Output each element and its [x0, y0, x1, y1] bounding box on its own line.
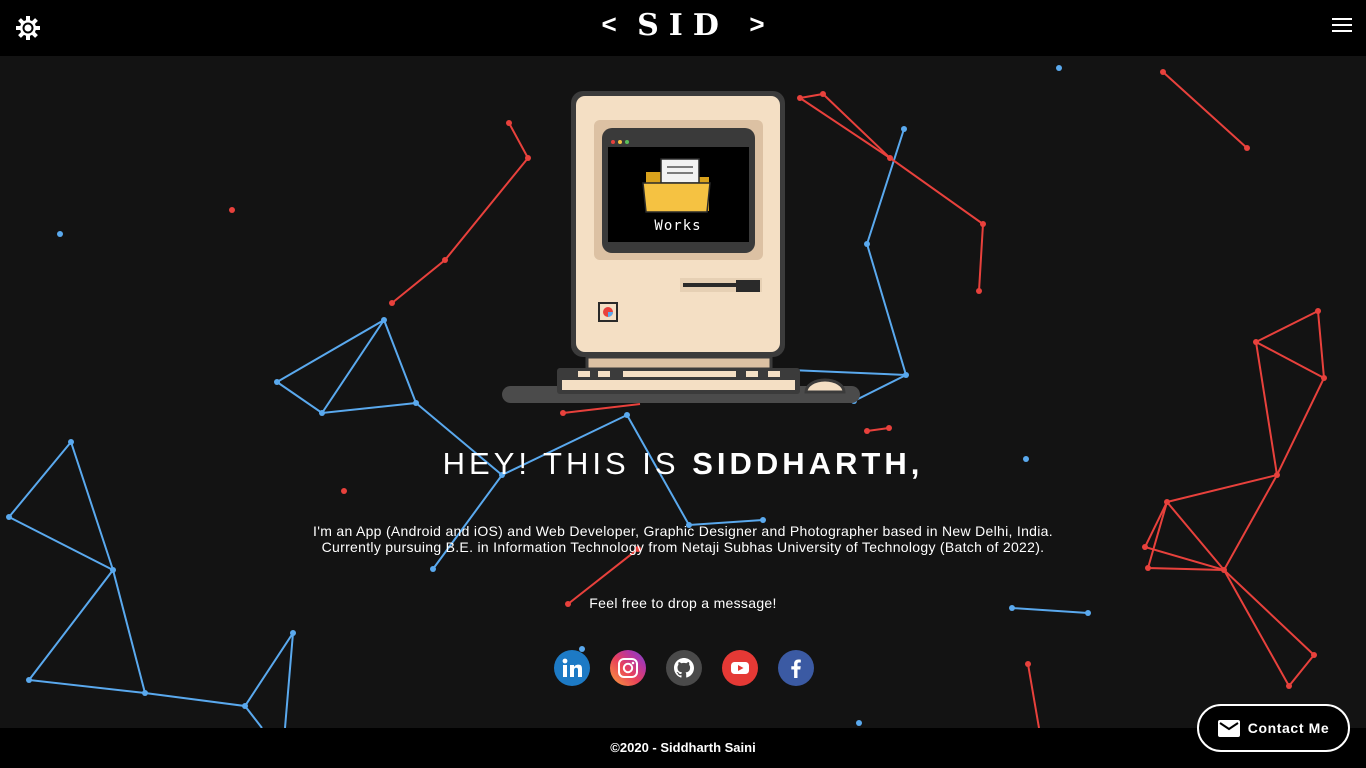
- hamburger-line: [1332, 30, 1352, 32]
- youtube-icon: [731, 662, 749, 674]
- hero-headline: HEY! THIS IS SIDDHARTH,: [0, 446, 1366, 482]
- facebook-link[interactable]: [778, 650, 814, 686]
- about-text: I'm an App (Android and iOS) and Web Dev…: [0, 523, 1366, 555]
- about-line-2: Currently pursuing B.E. in Information T…: [321, 539, 1045, 555]
- github-link[interactable]: [666, 650, 702, 686]
- copyright-text: ©2020 - Siddharth Saini: [610, 740, 756, 755]
- message-prompt: Feel free to drop a message!: [589, 595, 777, 611]
- hero-name: SIDDHARTH,: [692, 446, 924, 481]
- hero-section: HEY! THIS IS SIDDHARTH,: [0, 446, 1366, 482]
- contact-me-button[interactable]: Contact Me: [1197, 704, 1350, 752]
- hero-greeting: HEY! THIS IS: [442, 446, 680, 481]
- site-logo[interactable]: < SID >: [0, 8, 1366, 43]
- github-icon: [674, 658, 694, 678]
- facebook-icon: [791, 659, 801, 678]
- instagram-icon: [618, 658, 638, 678]
- retro-computer-illustration[interactable]: [500, 88, 862, 408]
- works-screen-label[interactable]: Works: [608, 218, 748, 234]
- hamburger-line: [1332, 24, 1352, 26]
- hamburger-menu-icon: [1332, 18, 1352, 20]
- top-nav-bar: < SID >: [0, 0, 1366, 56]
- mail-icon: [1217, 719, 1240, 737]
- linkedin-icon: [562, 658, 582, 677]
- social-links: [554, 650, 814, 688]
- instagram-link[interactable]: [610, 650, 646, 686]
- logo-text: SID: [637, 8, 729, 43]
- linkedin-link[interactable]: [554, 650, 590, 686]
- logo-left-bracket: <: [601, 9, 617, 39]
- youtube-link[interactable]: [722, 650, 758, 686]
- contact-me-label: Contact Me: [1247, 720, 1330, 736]
- logo-right-bracket: >: [749, 9, 765, 39]
- hamburger-menu-button[interactable]: [1332, 18, 1352, 36]
- footer: ©2020 - Siddharth Saini: [0, 728, 1366, 768]
- about-line-1: I'm an App (Android and iOS) and Web Dev…: [313, 523, 1053, 539]
